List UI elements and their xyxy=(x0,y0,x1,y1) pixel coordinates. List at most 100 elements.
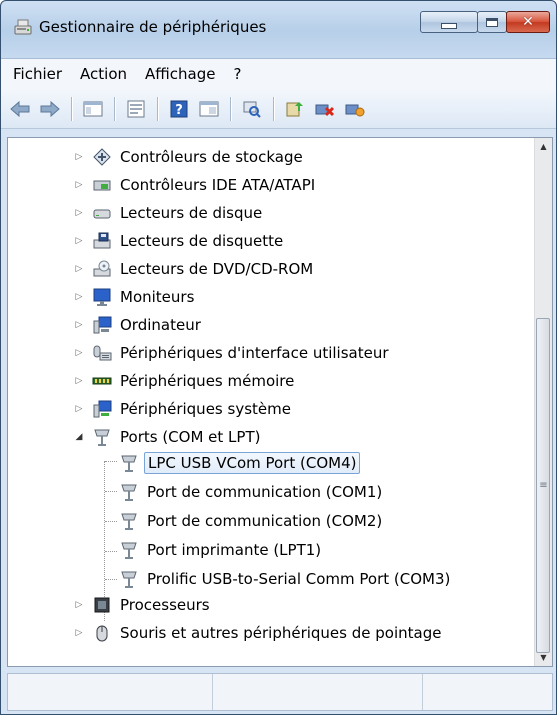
close-icon: ✕ xyxy=(522,14,534,30)
expand-arrow-icon[interactable]: ▷ xyxy=(74,208,84,218)
tree-item-system-devices[interactable]: ▷ Périphériques système xyxy=(76,396,294,422)
device-manager-icon xyxy=(14,19,32,35)
tree-item-dvd-drives[interactable]: ▷ Lecteurs de DVD/CD-ROM xyxy=(76,256,316,282)
svg-text:?: ? xyxy=(175,103,183,118)
expand-arrow-icon[interactable]: ▷ xyxy=(74,348,84,358)
tree-item-label: Périphériques système xyxy=(120,400,291,418)
view-button[interactable] xyxy=(196,96,222,122)
tree-item-port-com1[interactable]: Port de communication (COM1) xyxy=(119,479,385,505)
storage-controller-icon xyxy=(93,148,111,166)
expand-arrow-icon[interactable]: ▷ xyxy=(74,152,84,162)
scroll-thumb[interactable]: ≡ xyxy=(536,318,550,653)
toolbar-separator xyxy=(71,96,72,121)
expand-arrow-icon[interactable]: ▷ xyxy=(74,320,84,330)
computer-icon xyxy=(93,316,112,334)
minimize-button[interactable] xyxy=(420,11,478,33)
monitor-icon xyxy=(93,288,111,306)
toolbar: ? xyxy=(1,89,556,129)
tree-line xyxy=(105,461,117,462)
properties-button[interactable] xyxy=(123,96,149,122)
disable-device-icon xyxy=(345,104,365,116)
menu-action[interactable]: Action xyxy=(72,65,135,83)
status-pane xyxy=(423,674,552,710)
scroll-down-button[interactable]: ▼ xyxy=(535,649,552,666)
port-icon xyxy=(121,571,137,588)
expand-arrow-icon[interactable]: ▷ xyxy=(74,292,84,302)
view-icon xyxy=(199,101,219,116)
processor-icon xyxy=(94,597,110,613)
tree-item-ports[interactable]: ◢ Ports (COM et LPT) xyxy=(76,424,263,450)
expand-arrow-icon[interactable]: ▷ xyxy=(74,376,84,386)
toolbar-separator xyxy=(230,96,231,121)
tree-item-computer[interactable]: ▷ Ordinateur xyxy=(76,312,204,338)
forward-button[interactable] xyxy=(37,96,63,122)
disk-drive-icon xyxy=(93,209,111,219)
tree-item-label: Moniteurs xyxy=(120,288,195,306)
menu-affichage[interactable]: Affichage xyxy=(137,65,223,83)
menu-bar: Fichier Action Affichage ? xyxy=(1,58,556,89)
tree-item-label: Lecteurs de disque xyxy=(120,204,263,222)
device-tree-panel: ▷ Contrôleurs de stockage ▷ Contrôleurs … xyxy=(7,137,553,667)
title-bar[interactable]: Gestionnaire de périphériques ✕ xyxy=(1,1,556,53)
help-button[interactable]: ? xyxy=(166,96,192,122)
show-hide-tree-button[interactable] xyxy=(80,96,106,122)
dvd-drive-icon xyxy=(93,260,111,277)
tree-item-ide-controllers[interactable]: ▷ Contrôleurs IDE ATA/ATAPI xyxy=(76,172,318,198)
tree-item-port-com3[interactable]: Prolific USB-to-Serial Comm Port (COM3) xyxy=(119,566,453,592)
vertical-scrollbar[interactable]: ▲ ≡ ▼ xyxy=(534,138,552,666)
uninstall-device-icon xyxy=(315,104,335,116)
expand-arrow-icon[interactable]: ▷ xyxy=(74,180,84,190)
properties-icon xyxy=(127,100,145,117)
tree-item-label: Périphériques mémoire xyxy=(120,372,295,390)
tree-item-label: Prolific USB-to-Serial Comm Port (COM3) xyxy=(147,570,451,588)
scroll-up-button[interactable]: ▲ xyxy=(535,138,552,155)
tree-item-label: Port de communication (COM1) xyxy=(147,483,383,501)
menu-help[interactable]: ? xyxy=(225,65,249,83)
tree-item-monitors[interactable]: ▷ Moniteurs xyxy=(76,284,197,310)
floppy-drive-icon xyxy=(93,232,111,249)
device-tree: ▷ Contrôleurs de stockage ▷ Contrôleurs … xyxy=(8,138,536,666)
tree-item-label-selected: LPC USB VCom Port (COM4) xyxy=(144,452,361,474)
back-button[interactable] xyxy=(7,96,33,122)
maximize-button[interactable] xyxy=(477,11,507,33)
tree-item-port-lpt1[interactable]: Port imprimante (LPT1) xyxy=(119,537,324,563)
device-manager-window: Gestionnaire de périphériques ✕ Fichier … xyxy=(0,0,557,715)
tree-item-disk-drives[interactable]: ▷ Lecteurs de disque xyxy=(76,200,265,226)
update-driver-button[interactable] xyxy=(282,96,308,122)
tree-item-label: Processeurs xyxy=(120,596,210,614)
toolbar-separator xyxy=(273,96,274,121)
memory-icon xyxy=(92,377,112,385)
tree-line xyxy=(105,551,117,552)
tree-item-label: Souris et autres périphériques de pointa… xyxy=(120,624,442,642)
tree-item-processors[interactable]: ▷ Processeurs xyxy=(76,592,213,618)
tree-item-label: Périphériques d'interface utilisateur xyxy=(120,344,389,362)
tree-item-port-com4[interactable]: LPC USB VCom Port (COM4) xyxy=(119,450,361,476)
expand-arrow-icon[interactable]: ▷ xyxy=(74,600,84,610)
close-button[interactable]: ✕ xyxy=(506,11,550,33)
window-title: Gestionnaire de périphériques xyxy=(39,18,267,36)
scan-hardware-button[interactable] xyxy=(239,96,265,122)
tree-item-label: Lecteurs de DVD/CD-ROM xyxy=(120,260,314,278)
tree-item-label: Ports (COM et LPT) xyxy=(120,428,261,446)
expand-arrow-icon[interactable]: ▷ xyxy=(74,236,84,246)
show-hide-console-tree-icon xyxy=(83,101,103,116)
tree-line xyxy=(105,579,117,580)
uninstall-device-button[interactable] xyxy=(312,96,338,122)
disable-device-button[interactable] xyxy=(342,96,368,122)
tree-item-storage-controllers[interactable]: ▷ Contrôleurs de stockage xyxy=(76,144,306,170)
tree-line xyxy=(105,521,117,522)
toolbar-separator xyxy=(157,96,158,121)
expand-arrow-icon[interactable]: ▷ xyxy=(74,264,84,274)
tree-item-memory-devices[interactable]: ▷ Périphériques mémoire xyxy=(76,368,297,394)
menu-fichier[interactable]: Fichier xyxy=(5,65,70,83)
tree-item-port-com2[interactable]: Port de communication (COM2) xyxy=(119,508,385,534)
tree-item-floppy-drives[interactable]: ▷ Lecteurs de disquette xyxy=(76,228,286,254)
expand-arrow-icon[interactable]: ▷ xyxy=(74,628,84,638)
expand-arrow-icon[interactable]: ▷ xyxy=(74,404,84,414)
mouse-icon xyxy=(96,625,108,642)
tree-item-mice[interactable]: ▷ Souris et autres périphériques de poin… xyxy=(76,620,444,646)
scroll-up-icon: ▲ xyxy=(540,142,547,151)
tree-item-hid[interactable]: ▷ Périphériques d'interface utilisateur xyxy=(76,340,392,366)
hid-icon xyxy=(93,345,112,361)
collapse-arrow-icon[interactable]: ◢ xyxy=(74,432,84,442)
